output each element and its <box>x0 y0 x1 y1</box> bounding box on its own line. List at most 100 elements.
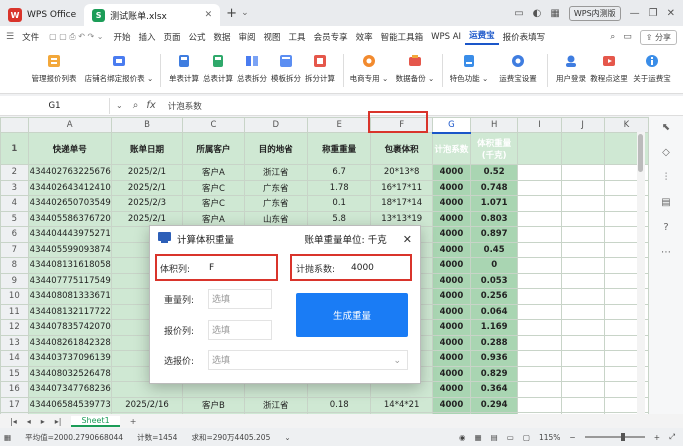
menu-quote-fill[interactable]: 报价表填写 <box>499 31 550 43</box>
app-tab[interactable]: W WPS Office <box>0 4 84 26</box>
table-cell[interactable]: 434405586376720 <box>27 210 112 227</box>
table-cell[interactable]: 0.364 <box>469 381 519 398</box>
help-icon[interactable]: ? <box>663 222 668 233</box>
settings-button[interactable]: 运费宝设置 <box>495 48 541 93</box>
share-button[interactable]: ⇪ 分享 <box>639 29 677 45</box>
row-header[interactable]: 11 <box>0 303 29 320</box>
empty-cell[interactable] <box>517 303 562 320</box>
file-tab[interactable]: S 测试账单.xlsx ✕ <box>84 4 221 26</box>
table-cell[interactable]: 2025/2/16 <box>110 396 184 413</box>
column-header[interactable]: D <box>243 117 309 133</box>
book-view-icon[interactable]: ▭ <box>507 433 514 442</box>
table-cell[interactable]: 434402763225676 <box>27 164 112 181</box>
table-cell[interactable]: 4000 <box>431 179 471 196</box>
table-cell[interactable]: 0.936 <box>469 350 519 367</box>
page-view-icon[interactable]: ▤ <box>491 433 498 442</box>
empty-cell[interactable] <box>560 257 605 274</box>
menu-member[interactable]: 会员专享 <box>310 31 352 43</box>
quick-tools-icon[interactable]: ▢ ▢ ⎙ ↶ ↷ ⌄ <box>49 32 103 42</box>
empty-cell[interactable] <box>560 195 605 212</box>
empty-cell[interactable] <box>560 132 605 165</box>
table-cell[interactable]: 4000 <box>431 396 471 413</box>
row-header[interactable]: 8 <box>0 257 29 274</box>
menu-review[interactable]: 审阅 <box>235 31 260 43</box>
empty-cell[interactable] <box>517 365 562 382</box>
table-cell[interactable]: 4000 <box>431 226 471 243</box>
empty-cell[interactable] <box>560 319 605 336</box>
table-cell[interactable]: 0.829 <box>469 365 519 382</box>
filter-icon[interactable]: ⫶ <box>665 172 668 183</box>
table-cell[interactable]: 0.053 <box>469 272 519 289</box>
normal-view-icon[interactable]: ▦ <box>475 433 482 442</box>
table-cell[interactable]: 0.45 <box>469 241 519 258</box>
select-quote-dropdown[interactable]: 选填 ⌄ <box>208 350 408 370</box>
chart-icon[interactable]: ▤ <box>661 197 670 208</box>
header-cell[interactable]: 快递单号 <box>27 132 112 165</box>
table-cell[interactable]: 434404443975271 <box>27 226 112 243</box>
table-cell[interactable]: 0 <box>469 257 519 274</box>
table-cell[interactable]: 434407775117549 <box>27 272 112 289</box>
prev-sheet-icon[interactable]: ◂ <box>27 417 31 426</box>
empty-cell[interactable] <box>560 164 605 181</box>
table-cell[interactable]: 4000 <box>431 210 471 227</box>
zoom-formula-icon[interactable]: ⌕ <box>133 100 139 111</box>
table-cell[interactable]: 434408131618058 <box>27 257 112 274</box>
table-cell[interactable]: 0.748 <box>469 179 519 196</box>
data-backup-button[interactable]: 特色功能 ⌄ <box>449 48 489 93</box>
column-header[interactable]: K <box>603 117 649 133</box>
row-header[interactable]: 1 <box>0 132 29 165</box>
column-header[interactable]: G <box>431 117 471 134</box>
table-cell[interactable]: 0.294 <box>469 396 519 413</box>
empty-cell[interactable] <box>517 319 562 336</box>
table-cell[interactable]: 客户C <box>182 179 245 196</box>
column-header[interactable]: C <box>182 117 245 133</box>
total-split-button[interactable]: 总表拆分 <box>235 48 269 93</box>
eye-icon[interactable]: ◉ <box>459 433 466 442</box>
empty-cell[interactable] <box>560 226 605 243</box>
close-tab-icon[interactable]: ✕ <box>205 10 213 20</box>
vertical-scrollbar[interactable] <box>637 132 645 414</box>
empty-cell[interactable] <box>560 381 605 398</box>
read-view-icon[interactable]: ▢ <box>523 433 530 442</box>
table-cell[interactable]: 434406584539773 <box>27 396 112 413</box>
table-cell[interactable]: 434407347768236 <box>27 381 112 398</box>
table-cell[interactable]: 4000 <box>431 241 471 258</box>
table-cell[interactable]: 4000 <box>431 257 471 274</box>
weight-input[interactable]: 选填 <box>208 289 272 309</box>
more-icon[interactable]: ⋯ <box>661 247 671 258</box>
layout-icon[interactable]: ▦ <box>550 8 559 19</box>
dialog-close-icon[interactable]: ✕ <box>403 233 412 246</box>
table-cell[interactable]: 20*13*8 <box>370 164 433 181</box>
select-all-corner[interactable] <box>0 117 29 133</box>
menu-page[interactable]: 页面 <box>159 31 184 43</box>
table-cell[interactable]: 18*17*14 <box>370 195 433 212</box>
table-cell[interactable]: 客户C <box>182 195 245 212</box>
empty-cell[interactable] <box>517 288 562 305</box>
search-icon[interactable]: ⌕ <box>610 32 615 42</box>
table-cell[interactable]: 2025/2/3 <box>110 195 184 212</box>
column-header[interactable]: J <box>560 117 605 133</box>
style-icon[interactable]: ◇ <box>662 147 670 158</box>
table-cell[interactable]: 434407835742070 <box>27 319 112 336</box>
empty-cell[interactable] <box>560 350 605 367</box>
table-cell[interactable]: 14*4*21 <box>370 396 433 413</box>
single-calc-button[interactable]: 单表计算 <box>167 48 201 93</box>
table-cell[interactable]: 0.1 <box>306 195 372 212</box>
menu-view[interactable]: 视图 <box>260 31 285 43</box>
menu-smart-toolbox[interactable]: 智能工具箱 <box>377 31 428 43</box>
table-cell[interactable]: 4000 <box>431 195 471 212</box>
empty-cell[interactable] <box>517 179 562 196</box>
table-cell[interactable]: 434408032526478 <box>27 365 112 382</box>
empty-cell[interactable] <box>517 195 562 212</box>
header-cell[interactable]: 包裹体积 <box>370 132 433 165</box>
status-expand-icon[interactable]: ⌄ <box>284 433 290 442</box>
split-calc-button[interactable]: 拆分计算 <box>303 48 337 93</box>
row-header[interactable]: 4 <box>0 195 29 212</box>
zoom-slider[interactable] <box>584 433 645 441</box>
table-cell[interactable]: 4000 <box>431 334 471 351</box>
ecommerce-button[interactable]: 数据备份 ⌄ <box>394 48 436 93</box>
menu-wps-ai[interactable]: WPS AI <box>427 32 465 42</box>
row-header[interactable]: 14 <box>0 350 29 367</box>
empty-cell[interactable] <box>560 210 605 227</box>
new-tab-icon[interactable]: + <box>226 6 237 21</box>
